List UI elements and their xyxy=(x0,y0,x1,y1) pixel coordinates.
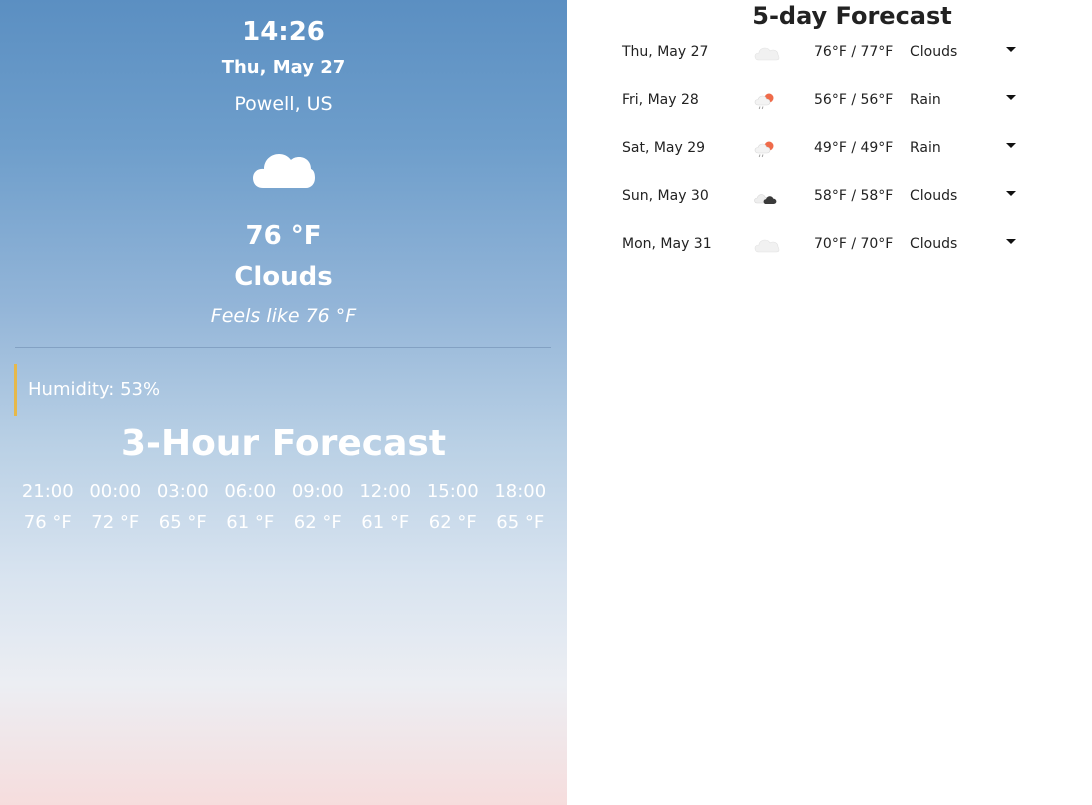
chevron-down-icon[interactable] xyxy=(1004,189,1018,199)
broken-clouds-icon xyxy=(754,194,777,204)
current-condition: Clouds xyxy=(234,262,333,292)
chevron-down-icon[interactable] xyxy=(1004,93,1018,103)
daily-temps: 56°F / 56°F xyxy=(814,92,894,108)
current-time: 14:26 xyxy=(242,17,325,47)
daily-forecast-panel: 5-day Forecast Thu, May 27 76°F / 77°F C… xyxy=(567,0,1092,805)
hourly-item: 15:00 62 °F xyxy=(419,478,487,537)
cloud-icon xyxy=(754,239,780,253)
daily-row[interactable]: Sun, May 30 58°F / 58°F Clouds xyxy=(567,185,1092,233)
hourly-temp: 76 °F xyxy=(23,512,72,533)
daily-temps: 70°F / 70°F xyxy=(814,236,894,252)
chevron-down-icon[interactable] xyxy=(1004,237,1018,247)
hourly-forecast-list: 21:00 76 °F 00:00 72 °F 03:00 65 °F 06:0… xyxy=(14,478,554,537)
daily-row[interactable]: Sat, May 29 49°F / 49°F Rain xyxy=(567,137,1092,185)
feels-like: Feels like 76 °F xyxy=(210,305,357,327)
daily-date: Sat, May 29 xyxy=(622,140,706,156)
hourly-temp: 65 °F xyxy=(158,512,207,533)
hourly-time: 12:00 xyxy=(359,481,412,502)
daily-row[interactable]: Thu, May 27 76°F / 77°F Clouds xyxy=(567,41,1092,89)
daily-temps: 58°F / 58°F xyxy=(814,188,894,204)
daily-condition: Rain xyxy=(910,92,941,108)
hourly-time: 18:00 xyxy=(494,481,547,502)
daily-date: Sun, May 30 xyxy=(622,188,709,204)
hourly-time: 15:00 xyxy=(426,481,479,502)
weather-app: 14:26 Thu, May 27 Powell, US 76 °F Cloud… xyxy=(0,0,1092,805)
hourly-time: 00:00 xyxy=(89,481,142,502)
hourly-item: 09:00 62 °F xyxy=(284,478,352,537)
daily-temps: 76°F / 77°F xyxy=(814,44,894,60)
hourly-item: 21:00 76 °F xyxy=(14,478,82,537)
daily-condition: Clouds xyxy=(910,188,958,204)
hourly-time: 09:00 xyxy=(291,481,344,502)
cloud-icon xyxy=(253,154,315,188)
chevron-down-icon[interactable] xyxy=(1004,141,1018,151)
hourly-item: 18:00 65 °F xyxy=(487,478,555,537)
current-temperature: 76 °F xyxy=(245,221,322,251)
cloud-icon xyxy=(754,47,780,61)
hourly-item: 00:00 72 °F xyxy=(82,478,150,537)
daily-row[interactable]: Fri, May 28 56°F / 56°F Rain xyxy=(567,89,1092,137)
hourly-item: 06:00 61 °F xyxy=(217,478,285,537)
daily-forecast-title: 5-day Forecast xyxy=(752,2,952,30)
hourly-temp: 61 °F xyxy=(361,512,410,533)
hourly-temp: 62 °F xyxy=(293,512,342,533)
hourly-time: 03:00 xyxy=(156,481,209,502)
chevron-down-icon[interactable] xyxy=(1004,45,1018,55)
daily-condition: Clouds xyxy=(910,236,958,252)
daily-date: Thu, May 27 xyxy=(622,44,709,60)
hourly-temp: 61 °F xyxy=(226,512,275,533)
daily-temps: 49°F / 49°F xyxy=(814,140,894,156)
hourly-item: 03:00 65 °F xyxy=(149,478,217,537)
hourly-forecast-title: 3-Hour Forecast xyxy=(120,423,447,464)
daily-date: Mon, May 31 xyxy=(622,236,712,252)
current-date: Thu, May 27 xyxy=(221,57,346,78)
daily-row[interactable]: Mon, May 31 70°F / 70°F Clouds xyxy=(567,233,1092,281)
daily-condition: Rain xyxy=(910,140,941,156)
hourly-time: 06:00 xyxy=(224,481,277,502)
daily-condition: Clouds xyxy=(910,44,958,60)
hourly-item: 12:00 61 °F xyxy=(352,478,420,537)
hourly-temp: 62 °F xyxy=(428,512,477,533)
hourly-time: 21:00 xyxy=(21,481,74,502)
hourly-temp: 72 °F xyxy=(91,512,140,533)
daily-date: Fri, May 28 xyxy=(622,92,699,108)
rain-icon xyxy=(754,93,774,110)
rain-icon xyxy=(754,141,774,158)
divider xyxy=(15,347,551,348)
humidity-readout: Humidity: 53% xyxy=(14,364,160,416)
hourly-temp: 65 °F xyxy=(496,512,545,533)
current-weather-panel: 14:26 Thu, May 27 Powell, US 76 °F Cloud… xyxy=(0,0,567,805)
current-location: Powell, US xyxy=(234,93,333,115)
